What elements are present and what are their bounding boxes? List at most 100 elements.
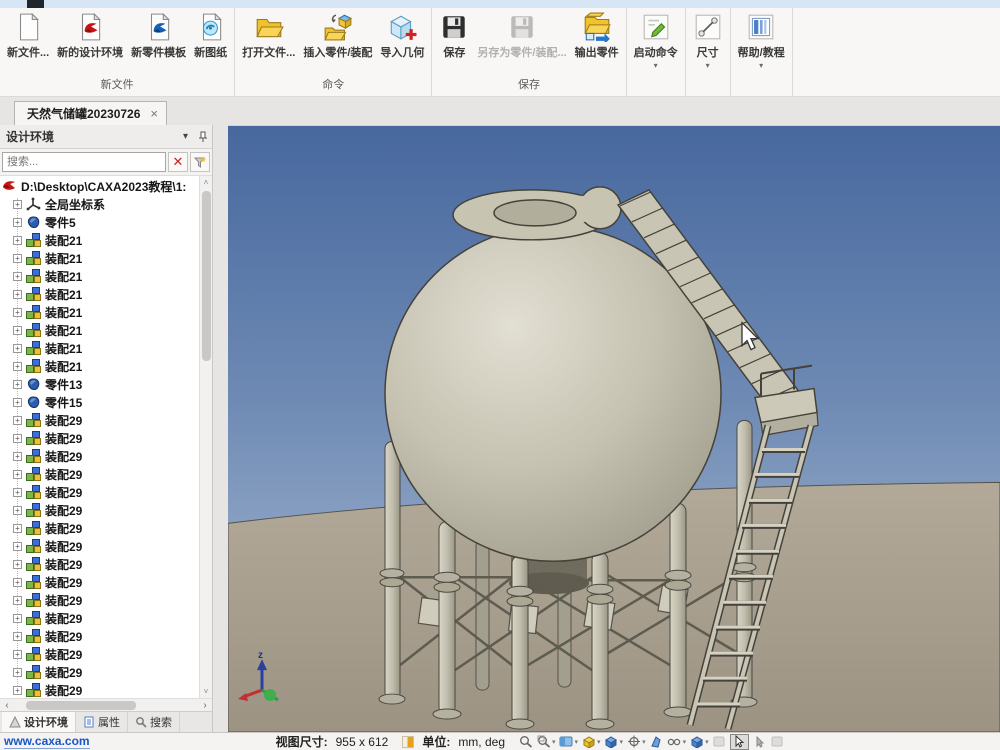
expand-icon[interactable]: +	[13, 686, 22, 695]
expand-icon[interactable]: +	[13, 506, 22, 515]
panel-tab-properties[interactable]: 属性	[76, 712, 128, 732]
panel-tab-search[interactable]: 搜索	[128, 712, 180, 732]
cursor-small-icon[interactable]	[752, 735, 767, 749]
expand-icon[interactable]: +	[13, 416, 22, 425]
tree-item[interactable]: +装配21	[0, 303, 199, 321]
visibility-icon[interactable]	[667, 735, 682, 749]
filter-icon[interactable]	[190, 152, 210, 172]
tree-item[interactable]: +装配29	[0, 627, 199, 645]
expand-icon[interactable]: +	[13, 488, 22, 497]
vertical-scrollbar[interactable]: ˄ ˅	[199, 176, 212, 698]
clear-search-button[interactable]: ✕	[168, 152, 188, 172]
expand-icon[interactable]: +	[13, 290, 22, 299]
save-button[interactable]: 保存	[435, 10, 473, 62]
expand-icon[interactable]: +	[13, 218, 22, 227]
new-design-env-button[interactable]: 新的设计环境	[53, 10, 127, 62]
tree-item[interactable]: +装配21	[0, 339, 199, 357]
chevron-down-icon[interactable]: ▾	[597, 738, 601, 746]
tree-item[interactable]: +装配21	[0, 357, 199, 375]
tree-item[interactable]: +装配29	[0, 411, 199, 429]
tree-item[interactable]: +零件5	[0, 213, 199, 231]
tree-item[interactable]: +装配29	[0, 501, 199, 519]
expand-icon[interactable]: +	[13, 308, 22, 317]
scroll-right-icon[interactable]: ›	[198, 700, 212, 711]
tree-root-item[interactable]: D:\Desktop\CAXA2023教程\1:	[0, 177, 199, 195]
chevron-down-icon[interactable]: ▾	[705, 738, 709, 746]
expand-icon[interactable]: +	[13, 524, 22, 533]
expand-icon[interactable]: +	[13, 362, 22, 371]
render-mode-icon[interactable]	[581, 735, 596, 749]
horizontal-scrollbar[interactable]: ‹ ›	[0, 698, 212, 711]
expand-icon[interactable]: +	[13, 650, 22, 659]
highlight-divider-icon[interactable]	[402, 736, 414, 748]
panel-tab-design-env[interactable]: 设计环境	[2, 712, 76, 732]
expand-icon[interactable]: +	[13, 200, 22, 209]
tree-item[interactable]: +装配21	[0, 249, 199, 267]
export-part-button[interactable]: 输出零件	[571, 10, 623, 62]
scroll-up-icon[interactable]: ˄	[204, 176, 209, 189]
ghost-icon[interactable]	[712, 735, 727, 749]
chevron-down-icon[interactable]: ▾	[683, 738, 687, 746]
panel-splitter[interactable]	[213, 125, 228, 732]
cube-display-icon[interactable]	[689, 735, 704, 749]
zoom-icon[interactable]	[518, 735, 533, 749]
scrollbar-thumb[interactable]	[202, 191, 211, 361]
expand-icon[interactable]: +	[13, 398, 22, 407]
viewport-3d[interactable]: z	[228, 125, 1000, 732]
help-tutorial-button[interactable]: 帮助/教程▾	[734, 10, 789, 72]
expand-icon[interactable]: +	[13, 254, 22, 263]
tree-item[interactable]: +装配29	[0, 447, 199, 465]
view-style-icon[interactable]	[559, 735, 574, 749]
expand-icon[interactable]: +	[13, 236, 22, 245]
expand-icon[interactable]: +	[13, 344, 22, 353]
tree-item[interactable]: +装配29	[0, 537, 199, 555]
tree-item[interactable]: +装配29	[0, 681, 199, 698]
tree-item[interactable]: +装配29	[0, 483, 199, 501]
scroll-down-icon[interactable]: ˅	[204, 685, 209, 698]
chevron-down-icon[interactable]: ▾	[654, 62, 658, 70]
orbit-icon[interactable]	[626, 735, 641, 749]
expand-icon[interactable]: +	[13, 452, 22, 461]
expand-icon[interactable]: +	[13, 632, 22, 641]
expand-icon[interactable]: +	[13, 596, 22, 605]
chevron-down-icon[interactable]: ▾	[759, 62, 763, 70]
new-part-template-button[interactable]: 新零件模板	[127, 10, 190, 62]
expand-icon[interactable]: +	[13, 326, 22, 335]
tree-item[interactable]: +装配29	[0, 465, 199, 483]
tree-item[interactable]: +装配29	[0, 429, 199, 447]
expand-icon[interactable]: +	[13, 434, 22, 443]
scroll-left-icon[interactable]: ‹	[0, 700, 14, 711]
tree-item[interactable]: +装配21	[0, 285, 199, 303]
expand-icon[interactable]: +	[13, 560, 22, 569]
expand-icon[interactable]: +	[13, 380, 22, 389]
panel-dropdown-icon[interactable]: ▾	[183, 131, 188, 142]
search-input[interactable]	[2, 152, 166, 172]
dimension-button[interactable]: 尺寸▾	[689, 10, 727, 72]
chevron-down-icon[interactable]: ▾	[575, 738, 579, 746]
tree-item[interactable]: +装配21	[0, 231, 199, 249]
expand-icon[interactable]: +	[13, 542, 22, 551]
tree-item[interactable]: +全局坐标系	[0, 195, 199, 213]
document-tab[interactable]: 天然气储罐20230726 ×	[14, 101, 167, 125]
cube-view-icon[interactable]	[604, 735, 619, 749]
import-geometry-button[interactable]: 导入几何	[376, 10, 428, 62]
tab-close-icon[interactable]: ×	[150, 106, 158, 121]
new-file-button[interactable]: 新文件...	[3, 10, 53, 62]
expand-icon[interactable]: +	[13, 578, 22, 587]
prism-icon[interactable]	[649, 735, 664, 749]
start-command-button[interactable]: 启动命令▾	[630, 10, 682, 72]
expand-icon[interactable]: +	[13, 470, 22, 479]
tree-item[interactable]: +零件13	[0, 375, 199, 393]
tree-item[interactable]: +装配29	[0, 555, 199, 573]
chevron-down-icon[interactable]: ▾	[552, 738, 556, 746]
expand-icon[interactable]: +	[13, 668, 22, 677]
tree-item[interactable]: +装配29	[0, 663, 199, 681]
chevron-down-icon[interactable]: ▾	[642, 738, 646, 746]
expand-icon[interactable]: +	[13, 272, 22, 281]
chevron-down-icon[interactable]: ▾	[620, 738, 624, 746]
tree-item[interactable]: +装配21	[0, 321, 199, 339]
tree-item[interactable]: +装配29	[0, 609, 199, 627]
tree-item[interactable]: +装配29	[0, 645, 199, 663]
cursor-select-icon[interactable]	[730, 734, 749, 750]
zoom-window-icon[interactable]	[536, 735, 551, 749]
